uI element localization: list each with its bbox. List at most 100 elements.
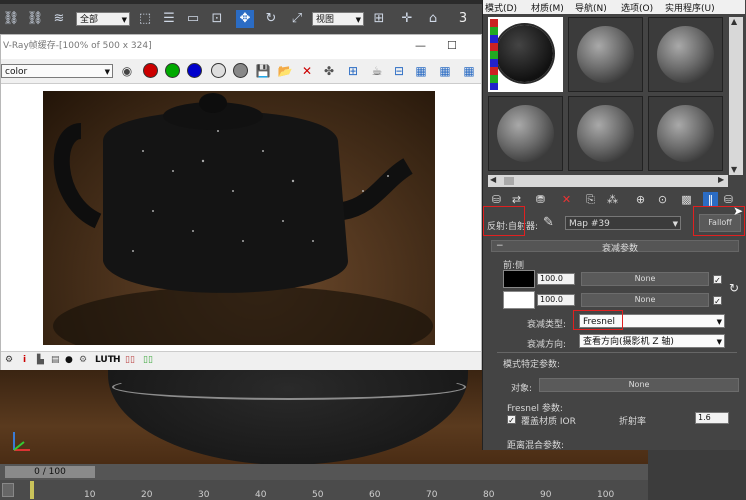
lut-button[interactable]: LUT (95, 355, 114, 365)
material-slot-5[interactable] (568, 96, 643, 171)
assign-material-icon[interactable]: ⛃ (533, 192, 548, 207)
slot-sphere (497, 105, 554, 162)
menu-options[interactable]: 选项(O) (621, 1, 653, 14)
ior-spinner[interactable]: 1.6 (695, 412, 729, 424)
teapot-render-icon[interactable]: ☕ (369, 63, 385, 79)
chevron-right-icon[interactable]: ▶ (718, 175, 724, 184)
override-ior-label: 覆盖材质 IOR (521, 417, 576, 427)
time-cursor[interactable] (30, 481, 34, 499)
region-render-icon[interactable]: ⊞ (345, 63, 361, 79)
front-color-swatch[interactable] (503, 270, 535, 288)
material-slot-1[interactable] (488, 17, 563, 92)
alpha-channel-icon[interactable] (211, 63, 226, 78)
side-map-button[interactable]: None (581, 293, 709, 307)
menu-material[interactable]: 材质(M) (531, 1, 564, 14)
eyedropper-icon[interactable]: ✎ (543, 215, 554, 230)
copy-material-icon[interactable]: ⎘ (583, 192, 598, 207)
rotate-icon[interactable]: ↻ (262, 10, 280, 28)
mode-params-title: 模式特定参数: (503, 360, 561, 370)
render-image[interactable] (43, 91, 435, 345)
swap-colors-icon[interactable]: ↻ (729, 281, 739, 295)
show-end-result-icon[interactable]: ‖ (703, 192, 718, 207)
get-material-icon[interactable]: ⛁ (489, 192, 504, 207)
unlink-icon[interactable]: ⛓ (26, 10, 44, 28)
red-channel-icon[interactable] (143, 63, 158, 78)
scroll-thumb[interactable] (504, 177, 514, 185)
snap-toggle-number[interactable]: 3 (454, 10, 472, 28)
chevron-up-icon[interactable]: ▲ (731, 17, 737, 26)
menu-mode[interactable]: 模式(D) (485, 1, 517, 14)
hsv-button[interactable]: H (113, 355, 121, 365)
select-object-icon[interactable]: ⬚ (136, 10, 154, 28)
vray-frame-buffer-window: V-Ray帧缓存-[100% of 500 x 324] — ☐ color ▼… (0, 34, 482, 370)
clear-icon[interactable]: ✕ (299, 63, 315, 79)
ab-vertical-icon[interactable]: ▦ (437, 63, 453, 79)
save-icon[interactable]: 💾 (255, 63, 271, 79)
maximize-icon[interactable]: ☐ (447, 35, 457, 57)
slot-vertical-scrollbar[interactable]: ▲ ▼ (729, 17, 743, 175)
time-slider[interactable]: 0 / 100 (5, 466, 95, 478)
levels-icon[interactable]: ▙ (37, 355, 44, 365)
bind-spacewarp-icon[interactable]: ≋ (50, 10, 68, 28)
slot-horizontal-scrollbar[interactable]: ◀ ▶ (488, 175, 728, 187)
material-slot-2[interactable] (568, 17, 643, 92)
select-by-name-icon[interactable]: ☰ (160, 10, 178, 28)
override-ior-checkbox[interactable]: ✓ (507, 415, 516, 425)
side-amount-spinner[interactable]: 100.0 (537, 294, 575, 306)
material-slot-4[interactable] (488, 96, 563, 171)
put-to-library-icon[interactable]: ⊕ (633, 192, 648, 207)
history-icon[interactable]: ▦ (461, 63, 477, 79)
map-name-field[interactable]: Map #39 ▼ (565, 216, 681, 230)
green-channel-icon[interactable] (165, 63, 180, 78)
minimize-icon[interactable]: — (415, 35, 426, 57)
front-amount-spinner[interactable]: 100.0 (537, 273, 575, 285)
show-shaded-icon[interactable]: ▩ (679, 192, 694, 207)
track-mouse-icon[interactable]: ✤ (321, 63, 337, 79)
chevron-left-icon[interactable]: ◀ (490, 175, 496, 184)
stereo-icon[interactable]: ▯▯ (143, 355, 153, 365)
keyboard-shortcut-icon[interactable]: ⌂ (424, 10, 442, 28)
channel-dropdown[interactable]: color ▼ (1, 64, 113, 78)
curve-icon[interactable]: ▤ (51, 355, 60, 365)
material-slot-6[interactable] (648, 96, 723, 171)
rollout-header[interactable]: − 衰减参数 (491, 240, 739, 254)
falloff-direction-dropdown[interactable]: 查看方向(摄影机 Z 轴) ▼ (579, 334, 725, 348)
put-to-scene-icon[interactable]: ⇄ (509, 192, 524, 207)
pivot-icon[interactable]: ⊞ (370, 10, 388, 28)
material-id-icon[interactable]: ⊙ (655, 192, 670, 207)
front-map-checkbox[interactable]: ✓ (713, 275, 722, 285)
ab-horizontal-icon[interactable]: ▦ (413, 63, 429, 79)
move-icon[interactable]: ✥ (236, 10, 254, 28)
info-icon[interactable]: i (23, 355, 26, 365)
chevron-down-icon: ▼ (355, 16, 361, 24)
rgb-channel-icon[interactable]: ◉ (119, 63, 135, 79)
reference-coord-dropdown[interactable]: 视图 ▼ (312, 12, 364, 26)
chevron-down-icon[interactable]: ▼ (731, 165, 737, 174)
open-folder-icon[interactable]: 📂 (277, 63, 293, 79)
make-unique-icon[interactable]: ⁂ (605, 192, 620, 207)
mono-channel-icon[interactable] (233, 63, 248, 78)
rect-selection-icon[interactable]: ▭ (184, 10, 202, 28)
blue-channel-icon[interactable] (187, 63, 202, 78)
compare-ab-icon[interactable]: ⊟ (391, 63, 407, 79)
link-icon[interactable]: ⛓ (2, 10, 20, 28)
window-crossing-icon[interactable]: ⊡ (208, 10, 226, 28)
ocio-icon[interactable]: ⚙ (79, 355, 87, 365)
material-slot-3[interactable] (648, 17, 723, 92)
menu-utilities[interactable]: 实用程序(U) (665, 1, 715, 14)
side-color-swatch[interactable] (503, 291, 535, 309)
selection-filter-dropdown[interactable]: 全部 ▼ (76, 12, 130, 26)
axis-gizmo-icon (13, 432, 30, 451)
reset-map-icon[interactable]: ✕ (559, 192, 574, 207)
distance-blend-label: 距离混合参数: (507, 441, 565, 451)
pixel-aspect-icon[interactable]: ▯▯ (125, 355, 135, 365)
menu-navigation[interactable]: 导航(N) (575, 1, 607, 14)
manipulate-icon[interactable]: ✛ (398, 10, 416, 28)
object-pick-button[interactable]: None (539, 378, 739, 392)
side-map-checkbox[interactable]: ✓ (713, 296, 722, 306)
front-map-button[interactable]: None (581, 272, 709, 286)
track-bar-toggle-icon[interactable] (2, 483, 14, 497)
scale-icon[interactable]: ⤢ (288, 10, 306, 28)
exposure-icon[interactable]: ● (65, 355, 73, 365)
settings-icon[interactable]: ⚙ (5, 355, 13, 365)
